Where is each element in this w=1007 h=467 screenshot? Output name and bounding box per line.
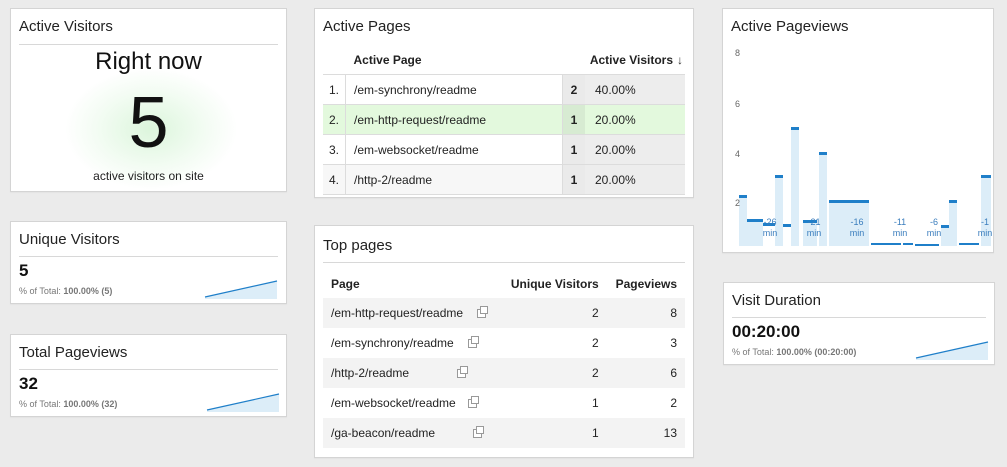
page-link[interactable]: /http-2/readme	[331, 366, 409, 380]
x-tick: -21 min	[806, 217, 822, 238]
arrow-down-icon: ↓	[677, 52, 683, 67]
col-page[interactable]: Page	[323, 270, 496, 298]
active-visitors-caption: active visitors on site	[93, 169, 204, 183]
page-link[interactable]: /em-synchrony/readme	[345, 74, 563, 105]
col-active-page[interactable]: Active Page	[345, 45, 563, 75]
table-row[interactable]: 3. /em-websocket/readme 1 20.00%	[323, 134, 685, 165]
x-tick: -1 min	[977, 217, 993, 238]
top-pages-table: Page Unique Visitors Pageviews /em-http-…	[323, 270, 685, 448]
active-pages-table: Active Page Active Visitors ↓ 1. /em-sync…	[323, 45, 685, 195]
x-tick: -26 min	[762, 217, 778, 238]
col-pageviews[interactable]: Pageviews	[603, 270, 685, 298]
sparkline	[204, 280, 278, 299]
page-link[interactable]: /http-2/readme	[345, 164, 563, 195]
col-unique-visitors[interactable]: Unique Visitors	[496, 270, 602, 298]
top-pages-card: Top pages Page Unique Visitors Pageviews…	[314, 225, 694, 458]
col-active-visitors[interactable]: Active Visitors ↓	[562, 45, 685, 75]
active-visitors-title: Active Visitors	[19, 18, 113, 35]
active-pages-card: Active Pages Active Page Active Visitors…	[314, 8, 694, 198]
table-row[interactable]: 1. /em-synchrony/readme 2 40.00%	[323, 74, 685, 105]
total-pageviews-sub: % of Total: 100.00% (32)	[19, 399, 118, 409]
visit-duration-value: 00:20:00	[732, 322, 801, 341]
table-row[interactable]: /em-websocket/readme 1 2	[323, 388, 685, 418]
table-row[interactable]: /em-synchrony/readme 2 3	[323, 328, 685, 358]
unique-visitors-title: Unique Visitors	[19, 231, 120, 248]
table-row[interactable]: /ga-beacon/readme 1 13	[323, 418, 685, 448]
divider	[19, 44, 278, 45]
y-tick: 4	[735, 149, 741, 159]
x-tick: -6 min	[926, 217, 942, 238]
y-tick: 8	[735, 48, 741, 58]
active-visitors-count: 5	[128, 83, 169, 163]
active-pageviews-card: Active Pageviews 8 6 4 2 -26 min -21 min…	[722, 8, 994, 253]
table-header: Active Page Active Visitors ↓	[323, 45, 685, 75]
sparkline	[915, 341, 989, 360]
divider	[19, 369, 278, 370]
visit-duration-card: Visit Duration 00:20:00 % of Total: 100.…	[723, 282, 995, 365]
external-link-icon[interactable]	[467, 336, 479, 349]
total-pageviews-card: Total Pageviews 32 % of Total: 100.00% (…	[10, 334, 287, 417]
total-pageviews-title: Total Pageviews	[19, 344, 128, 361]
table-row[interactable]: 4. /http-2/readme 1 20.00%	[323, 164, 685, 195]
external-link-icon[interactable]	[477, 306, 489, 319]
unique-visitors-sub: % of Total: 100.00% (5)	[19, 286, 113, 296]
active-pages-title: Active Pages	[323, 18, 411, 35]
x-tick: -11 min	[892, 217, 908, 238]
pageviews-chart	[731, 46, 993, 246]
page-link[interactable]: /em-websocket/readme	[345, 134, 563, 165]
page-link[interactable]: /ga-beacon/readme	[331, 426, 435, 440]
unique-visitors-value: 5	[19, 261, 29, 280]
right-now-label: Right now	[95, 48, 202, 75]
y-tick: 6	[735, 99, 741, 109]
table-row[interactable]: 2. /em-http-request/readme 1 20.00%	[323, 104, 685, 135]
divider	[732, 317, 986, 318]
total-pageviews-value: 32	[19, 374, 38, 393]
external-link-icon[interactable]	[467, 396, 479, 409]
table-row[interactable]: /http-2/readme 2 6	[323, 358, 685, 388]
divider	[323, 262, 685, 263]
table-header: Page Unique Visitors Pageviews	[323, 270, 685, 298]
active-visitors-card: Active Visitors Right now 5 active visit…	[10, 8, 287, 192]
x-tick: -16 min	[849, 217, 865, 238]
unique-visitors-card: Unique Visitors 5 % of Total: 100.00% (5…	[10, 221, 287, 304]
divider	[19, 256, 278, 257]
page-link[interactable]: /em-http-request/readme	[331, 306, 463, 320]
visit-duration-title: Visit Duration	[732, 292, 821, 309]
top-pages-title: Top pages	[323, 237, 393, 254]
visit-duration-sub: % of Total: 100.00% (00:20:00)	[732, 347, 857, 357]
page-link[interactable]: /em-websocket/readme	[331, 396, 456, 410]
active-pageviews-title: Active Pageviews	[731, 18, 849, 35]
table-row[interactable]: /em-http-request/readme 2 8	[323, 298, 685, 328]
external-link-icon[interactable]	[457, 366, 469, 379]
page-link[interactable]: /em-http-request/readme	[345, 104, 563, 135]
sparkline	[206, 393, 280, 412]
external-link-icon[interactable]	[473, 426, 485, 439]
y-tick: 2	[735, 198, 741, 208]
page-link[interactable]: /em-synchrony/readme	[331, 336, 454, 350]
